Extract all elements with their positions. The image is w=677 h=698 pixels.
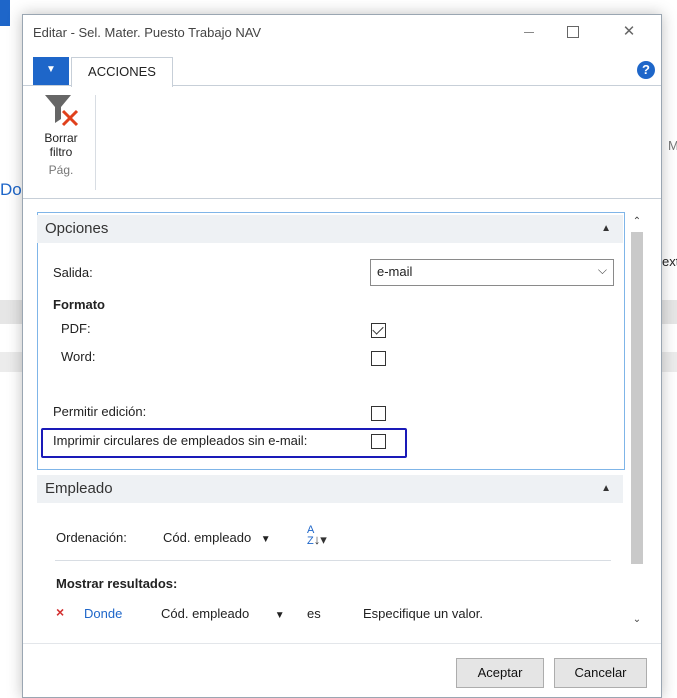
window-title: Editar - Sel. Mater. Puesto Trabajo NAV — [33, 25, 262, 40]
pdf-label: PDF: — [61, 321, 91, 336]
footer-divider — [23, 643, 661, 644]
clear-filter-label-2: filtro — [49, 145, 73, 159]
clear-filter-label-1: Borrar — [44, 131, 78, 145]
background-text-right: ext — [662, 254, 677, 269]
ordenacion-label: Ordenación: — [56, 530, 127, 545]
scrollbar-thumb[interactable] — [631, 232, 643, 564]
collapse-icon: ▲ — [601, 223, 611, 234]
background-band — [0, 0, 677, 10]
opciones-header[interactable]: Opciones ▲ — [37, 215, 623, 243]
word-label: Word: — [61, 349, 96, 364]
permitir-edicion-label: Permitir edición: — [53, 404, 147, 419]
maximize-button[interactable] — [551, 19, 595, 45]
ribbon-body — [23, 86, 661, 199]
filter-operator: es — [307, 606, 321, 621]
ordenacion-dropdown[interactable]: Cód. empleado ▼ — [163, 530, 271, 545]
word-checkbox[interactable] — [371, 351, 386, 366]
formato-label: Formato — [53, 297, 105, 312]
maximize-icon — [567, 26, 579, 39]
scrollbar[interactable]: ⌃ ⌄ — [629, 212, 645, 632]
permitir-edicion-checkbox[interactable] — [371, 406, 386, 421]
dropdown-arrow-icon: ▼ — [274, 610, 285, 621]
dropdown-arrow-icon: ▼ — [260, 534, 271, 545]
salida-select[interactable]: e-mail ⌵ — [370, 259, 614, 286]
minimize-icon — [524, 31, 534, 33]
background-text-left: Do — [0, 180, 22, 199]
mostrar-resultados-label: Mostrar resultados: — [56, 576, 178, 591]
imprimir-circulares-label: Imprimir circulares de empleados sin e-m… — [53, 433, 308, 448]
chevron-down-icon: ▼ — [46, 64, 56, 75]
ordenacion-value: Cód. empleado — [163, 530, 252, 545]
close-button[interactable]: ✕ — [607, 19, 651, 45]
clear-filter-button[interactable]: Borrar filtro Pág. — [31, 91, 91, 191]
scroll-up-icon[interactable]: ⌃ — [631, 216, 643, 227]
title-bar: Editar - Sel. Mater. Puesto Trabajo NAV … — [23, 15, 661, 51]
tab-acciones[interactable]: ACCIONES — [71, 57, 173, 87]
collapse-icon: ▲ — [601, 483, 611, 494]
close-icon: ✕ — [622, 23, 636, 40]
dialog-window: Editar - Sel. Mater. Puesto Trabajo NAV … — [22, 14, 662, 698]
help-button[interactable]: ? — [637, 61, 655, 79]
empleado-title: Empleado — [45, 480, 113, 497]
salida-value: e-mail — [377, 264, 413, 279]
background-text-right-2: M — [668, 138, 677, 153]
ribbon-separator — [95, 95, 96, 190]
salida-label: Salida: — [53, 265, 93, 280]
filter-field: Cód. empleado — [161, 606, 250, 621]
empleado-header[interactable]: Empleado ▲ — [37, 475, 623, 503]
remove-filter-icon[interactable]: × — [56, 604, 64, 620]
application-menu-button[interactable]: ▼ — [33, 57, 69, 85]
chevron-down-icon: ⌵ — [597, 263, 607, 277]
ok-button[interactable]: Aceptar — [456, 658, 544, 688]
minimize-button[interactable] — [507, 19, 551, 45]
divider — [55, 560, 611, 561]
opciones-title: Opciones — [45, 220, 109, 237]
filter-value-input[interactable]: Especifique un valor. — [363, 606, 483, 621]
background-blue-tab — [0, 0, 10, 26]
filter-field-dropdown[interactable]: Cód. empleado ▼ — [161, 606, 285, 621]
where-link[interactable]: Donde — [84, 606, 122, 621]
scroll-down-icon[interactable]: ⌄ — [631, 614, 643, 625]
clear-filter-icon — [45, 95, 79, 127]
pdf-checkbox[interactable] — [371, 323, 386, 338]
sort-az-button[interactable]: A Z↓▾ — [307, 525, 327, 547]
imprimir-circulares-checkbox[interactable] — [371, 434, 386, 449]
ribbon-group-label: Pág. — [48, 163, 74, 177]
cancel-button[interactable]: Cancelar — [554, 658, 647, 688]
